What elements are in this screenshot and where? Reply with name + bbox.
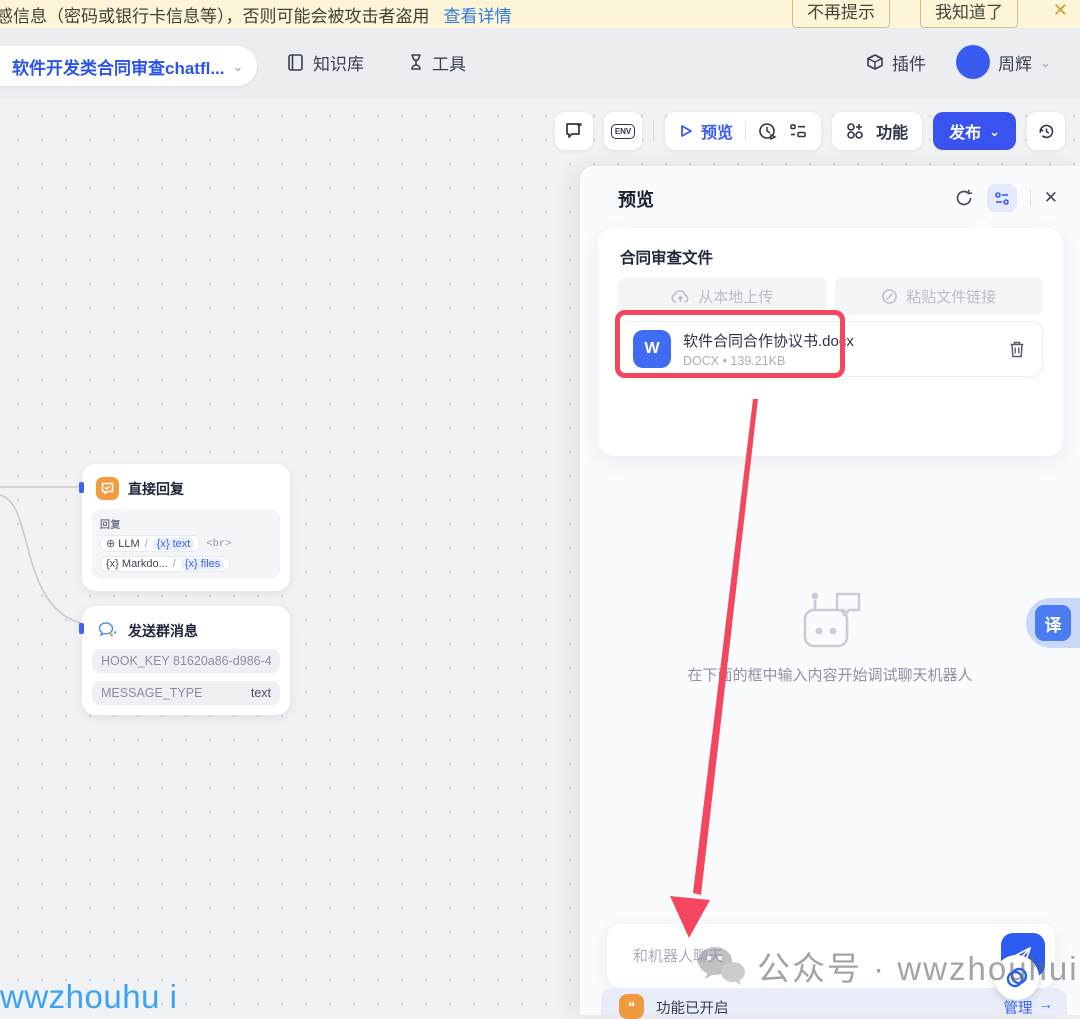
translate-label: 译 [1035, 605, 1071, 641]
nav-tools[interactable]: 工具 [408, 50, 466, 75]
nav-label: 工具 [432, 55, 466, 74]
comment-debug-button[interactable] [555, 112, 594, 150]
group-message-node-icon [96, 619, 119, 642]
llm-icon: ⊕ [106, 538, 116, 550]
empty-chat-state: 在下面的框中输入内容开始调试聊天机器人 [580, 584, 1080, 685]
preview-panel: 预览 ✕ 合同审查文件 从本地上传 粘贴文件链接 W 软件合同合作协议书.doc… [580, 166, 1080, 1019]
node-title: 发送群消息 [128, 622, 198, 639]
watermark-center: 公众号 · wwzhouhui [695, 942, 1079, 990]
input-port[interactable] [79, 482, 84, 493]
wechat-icon [698, 947, 745, 985]
var-token-text[interactable]: {x} text [152, 537, 195, 550]
chevron-down-icon: ⌄ [1040, 54, 1051, 70]
panel-header-divider [1029, 189, 1031, 207]
panel-title: 预览 [618, 190, 654, 210]
history-icon [1038, 124, 1053, 138]
hook-key-row[interactable]: HOOK_KEY 81620a86-d986-4509-... [92, 649, 280, 673]
message-type-row[interactable]: MESSAGE_TYPE text [92, 681, 280, 705]
preview-run-button[interactable]: 预览 [679, 119, 733, 143]
message-type-value: text [250, 686, 271, 700]
separator: / [144, 537, 148, 550]
user-menu[interactable]: 周辉 ⌄ [956, 45, 1051, 79]
var-token-files[interactable]: {x} files [180, 558, 225, 570]
node-direct-reply[interactable]: 直接回复 回复 ⊕ LLM / {x} text <br> {x} Markdo… [79, 464, 290, 591]
reply-node-icon [96, 477, 119, 500]
separator: / [172, 558, 176, 570]
user-avatar [956, 45, 990, 79]
toolbar-divider [745, 122, 747, 140]
app-header: 软件开发类合同审查chatfl... ⌄ 知识库 工具 插件 周辉 ⌄ [0, 28, 1080, 98]
toolbar-divider [653, 120, 655, 142]
features-label: 功能 [876, 125, 909, 142]
env-variables-button[interactable]: ENV [604, 112, 643, 150]
refresh-icon [956, 189, 972, 206]
tool-icon [411, 54, 421, 70]
watermark-bottom-left: wwzhouhu i [0, 978, 178, 1015]
var-token-markdown[interactable]: {x} Markdo... [106, 558, 168, 570]
quote-icon: ❝ [619, 994, 644, 1019]
paste-link-label: 粘贴文件链接 [906, 288, 997, 306]
checklist-icon [790, 124, 806, 138]
clock-play-icon [759, 122, 777, 140]
preview-label: 预览 [701, 125, 734, 142]
security-warning-banner: 感信息（密码或银行卡信息等），否则可能会被攻击者盗用 查看详情 不再提示 我知道… [0, 0, 1080, 28]
canvas-toolbar: ENV 预览 功能 发布 ⌄ [0, 112, 1065, 150]
close-panel-button[interactable]: ✕ [1044, 188, 1058, 208]
message-type-key: MESSAGE_TYPE [101, 686, 203, 700]
preview-group: 预览 [665, 112, 822, 150]
close-banner-button[interactable]: ✕ [1053, 0, 1068, 21]
paste-link-tab[interactable]: 粘贴文件链接 [834, 277, 1043, 315]
features-button[interactable]: 功能 [832, 112, 923, 150]
reply-line-2: {x} Markdo... / {x} files [100, 556, 272, 572]
reset-conversation-button[interactable] [954, 188, 974, 208]
play-icon [681, 125, 692, 137]
env-icon: ENV [610, 123, 636, 139]
hook-key-text: HOOK_KEY 81620a86-d986-4509-... [101, 654, 271, 668]
chevron-down-icon: ⌄ [989, 123, 1000, 139]
link-icon [882, 288, 897, 304]
view-details-link[interactable]: 查看详情 [444, 2, 512, 27]
llm-ref[interactable]: LLM [118, 538, 139, 550]
node-title: 直接回复 [128, 480, 184, 497]
reply-section-label: 回复 [100, 520, 121, 531]
input-port[interactable] [79, 623, 84, 634]
annotation-highlight-box [615, 310, 845, 378]
features-status-bar[interactable]: ❝ 功能已开启 管理 → [601, 988, 1067, 1019]
parameters-button[interactable] [986, 184, 1017, 212]
nav-knowledge-base[interactable]: 知识库 [286, 50, 364, 75]
upload-cloud-icon [671, 289, 689, 303]
publish-label: 发布 [949, 125, 982, 142]
sliders-icon [994, 191, 1009, 205]
chat-x-icon [565, 122, 582, 138]
nav-label: 知识库 [313, 55, 364, 74]
features-icon [847, 123, 863, 139]
publish-button[interactable]: 发布 ⌄ [933, 112, 1016, 150]
br-literal: <br> [206, 537, 232, 550]
empty-hint-text: 在下面的框中输入内容开始调试聊天机器人 [687, 667, 973, 684]
app-title: 软件开发类合同审查chatfl... [12, 58, 225, 78]
plugin-cube-icon [867, 54, 883, 70]
delete-file-button[interactable] [1008, 340, 1026, 359]
trash-icon [1010, 341, 1024, 357]
version-history-button[interactable] [1027, 112, 1065, 150]
checklist-button[interactable] [789, 123, 807, 139]
watermark-text: 公众号 · wwzhouhui [757, 950, 1079, 987]
book-icon [288, 54, 303, 71]
nav-plugins[interactable]: 插件 [866, 50, 926, 75]
robot-icon [803, 592, 861, 648]
user-name: 周辉 [998, 54, 1032, 74]
got-it-button[interactable]: 我知道了 [920, 0, 1018, 28]
plugins-label: 插件 [892, 55, 926, 74]
card-title: 合同审查文件 [620, 250, 714, 267]
app-title-pill[interactable]: 软件开发类合同审查chatfl... ⌄ [0, 46, 258, 86]
translate-float-button[interactable]: 译 [1026, 598, 1080, 648]
upload-local-label: 从本地上传 [698, 288, 774, 306]
reply-line-1: ⊕ LLM / {x} text <br> [100, 535, 272, 552]
reply-node-body: 回复 ⊕ LLM / {x} text <br> {x} Markdo... /… [92, 509, 280, 579]
chevron-down-icon: ⌄ [232, 58, 244, 74]
node-send-group-message[interactable]: 发送群消息 HOOK_KEY 81620a86-d986-4509-... ME… [79, 606, 290, 715]
dont-remind-button[interactable]: 不再提示 [792, 0, 890, 28]
banner-text: 感信息（密码或银行卡信息等），否则可能会被攻击者盗用 [0, 6, 430, 26]
run-history-button[interactable] [758, 122, 777, 141]
